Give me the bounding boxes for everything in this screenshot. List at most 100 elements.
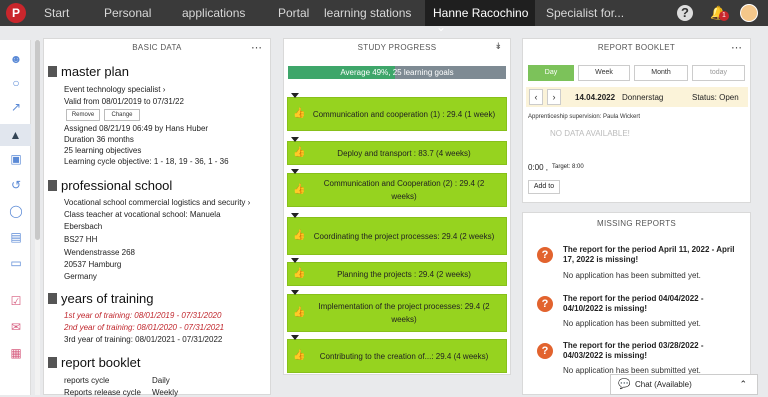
pdf-document-icon[interactable]: ▭: [7, 254, 25, 272]
thumbs-up-icon: 👍: [293, 350, 306, 361]
caret-down-icon: [291, 213, 299, 218]
learning-goal-card[interactable]: 👍 Contributing to the creation of...: 29.…: [287, 335, 507, 373]
add-button[interactable]: Add to: [528, 180, 560, 194]
nav-item-portal[interactable]: Portal: [278, 6, 309, 20]
nav-item-learning-stations[interactable]: learning stations: [324, 6, 411, 20]
supervision: Apprenticeship supervision: Paula Wicker…: [528, 114, 641, 120]
trend-chart-icon[interactable]: ↗: [7, 98, 25, 116]
remove-button[interactable]: Remove: [66, 109, 100, 121]
chevron-up-icon[interactable]: ⌃: [739, 375, 747, 394]
app-logo[interactable]: P: [6, 3, 26, 23]
mail-icon[interactable]: ✉: [7, 318, 25, 336]
school-name-link[interactable]: Vocational school commercial logistics a…: [64, 198, 250, 207]
medal-icon[interactable]: ○: [7, 74, 25, 92]
report-booklet-heading: report booklet: [48, 355, 141, 370]
caret-down-icon: [291, 137, 299, 142]
learning-goal-label: Coordinating the project processes: 29.4…: [313, 231, 495, 241]
user-menu[interactable]: Hanne Racochino ⌄: [425, 0, 535, 34]
average-progress-bar: Average 49%, 25 learning goals: [288, 66, 506, 79]
chevron-right-icon[interactable]: ›: [547, 89, 561, 105]
person-icon[interactable]: ☻: [7, 50, 25, 68]
profession-label: Event technology specialist: [64, 85, 161, 94]
more-options-icon[interactable]: ⋯: [731, 41, 742, 54]
school-name: Vocational school commercial logistics a…: [64, 198, 246, 207]
missing-report-subtitle: No application has been submitted yet.: [563, 319, 701, 328]
objective-count: 25 learning objectives: [64, 146, 142, 155]
top-navigation-bar: P Start Personal applications Portal lea…: [0, 0, 768, 34]
calendar-icon[interactable]: ▦: [7, 344, 25, 362]
collapse-icon[interactable]: ↡: [494, 41, 502, 52]
thumbs-up-icon: 👍: [293, 268, 306, 279]
caret-down-icon: [291, 169, 299, 174]
profession-link[interactable]: Event technology specialist ›: [64, 85, 165, 94]
help-icon[interactable]: ?: [677, 5, 693, 21]
learning-goal-label: Communication and Cooperation (2) : 29.4…: [323, 179, 485, 201]
briefcase-icon[interactable]: ▤: [7, 228, 25, 246]
document-icon: [48, 357, 57, 368]
tab-week[interactable]: Week: [578, 65, 630, 81]
panel-title: STUDY PROGRESS: [357, 43, 437, 52]
master-plan-heading: master plan: [48, 64, 129, 79]
reports-cycle-value: Daily: [152, 376, 170, 385]
tab-today[interactable]: today: [692, 65, 745, 81]
training-years-title: years of training: [61, 291, 154, 306]
no-data-message: NO DATA AVAILABLE!: [550, 129, 630, 138]
learning-goal-card[interactable]: 👍 Planning the projects : 29.4 (2 weeks): [287, 258, 507, 286]
training-year-3: 3rd year of training: 08/01/2021 - 07/31…: [64, 335, 223, 344]
caret-down-icon: [291, 290, 299, 295]
avatar[interactable]: [740, 4, 758, 22]
learning-goal-card[interactable]: 👍 Coordinating the project processes: 29.…: [287, 213, 507, 255]
school-heading: professional school: [48, 178, 172, 193]
missing-report-title: The report for the period 04/04/2022 - 0…: [563, 294, 704, 313]
building-icon: [48, 180, 57, 191]
stopwatch-icon[interactable]: ◯: [7, 202, 25, 220]
tab-month[interactable]: Month: [634, 65, 688, 81]
chevron-right-icon: ›: [162, 85, 166, 94]
reports-cycle-label: reports cycle: [64, 376, 110, 385]
thumbs-up-icon: 👍: [293, 230, 306, 241]
training-year-1: 1st year of training: 08/01/2019 - 07/31…: [64, 311, 222, 320]
sidebar: ☻ ○ ↗ ▲ ▣ ↺ ◯ ▤ ▭ ☑ ✉ ▦: [0, 40, 31, 395]
city: 20537 Hamburg: [64, 260, 122, 269]
nav-item-specialist[interactable]: Specialist for...: [546, 6, 624, 20]
graduation-cap-icon[interactable]: ▲: [0, 124, 31, 146]
chevron-left-icon[interactable]: ‹: [529, 89, 543, 105]
report-booklet-panel: REPORT BOOKLET ⋯: [522, 38, 751, 203]
master-plan-title: master plan: [61, 64, 129, 79]
street: Wendenstrasse 268: [64, 248, 136, 257]
tab-day[interactable]: Day: [528, 65, 574, 81]
scrollbar-thumb[interactable]: [35, 40, 40, 240]
learning-goal-card[interactable]: 👍 Implementation of the project processes…: [287, 290, 507, 332]
nav-item-applications[interactable]: applications: [182, 6, 245, 20]
missing-report-title: The report for the period April 11, 2022…: [563, 245, 735, 264]
learning-goal-card[interactable]: 👍 Communication and Cooperation (2) : 29.…: [287, 169, 507, 207]
release-cycle-label: Reports release cycle: [64, 388, 141, 397]
missing-report-subtitle: No application has been submitted yet.: [563, 271, 701, 280]
nav-item-start[interactable]: Start: [44, 6, 69, 20]
cycle-objective: Learning cycle objective: 1 - 18, 19 - 3…: [64, 157, 229, 166]
more-options-icon[interactable]: ⋯: [251, 41, 262, 54]
assigned-info: Assigned 08/21/19 06:49 by Hans Huber: [64, 124, 209, 133]
change-button[interactable]: Change: [104, 109, 140, 121]
checkbox-icon[interactable]: ☑: [7, 292, 25, 310]
status-badge: Status: Open: [692, 93, 739, 102]
document-icon: [48, 66, 57, 77]
chat-widget[interactable]: 💬 Chat (Available) ⌃: [610, 374, 758, 395]
calendar-icon: [48, 293, 57, 304]
valid-period: Valid from 08/01/2019 to 07/31/22: [64, 97, 184, 106]
learning-goal-label: Communication and cooperation (1) : 29.4…: [312, 109, 496, 119]
learning-goal-card[interactable]: 👍 Communication and cooperation (1) : 29.…: [287, 93, 507, 131]
weekday: Donnerstag: [622, 93, 664, 102]
user-name: Hanne Racochino: [433, 6, 529, 20]
time-total: 0:00 ,: [528, 163, 549, 172]
training-years-heading: years of training: [48, 291, 154, 306]
id-card-icon[interactable]: ▣: [7, 150, 25, 168]
notification-badge: 1: [719, 11, 729, 21]
duration: Duration 36 months: [64, 135, 134, 144]
nav-item-personal[interactable]: Personal: [104, 6, 151, 20]
learning-goal-card[interactable]: 👍 Deploy and transport : 83.7 (4 weeks): [287, 137, 507, 165]
warning-question-icon: ?: [537, 343, 553, 359]
learning-goal-label: Deploy and transport : 83.7 (4 weeks): [337, 148, 471, 158]
history-icon[interactable]: ↺: [7, 176, 25, 194]
learning-goal-label: Planning the projects : 29.4 (2 weeks): [337, 269, 471, 279]
